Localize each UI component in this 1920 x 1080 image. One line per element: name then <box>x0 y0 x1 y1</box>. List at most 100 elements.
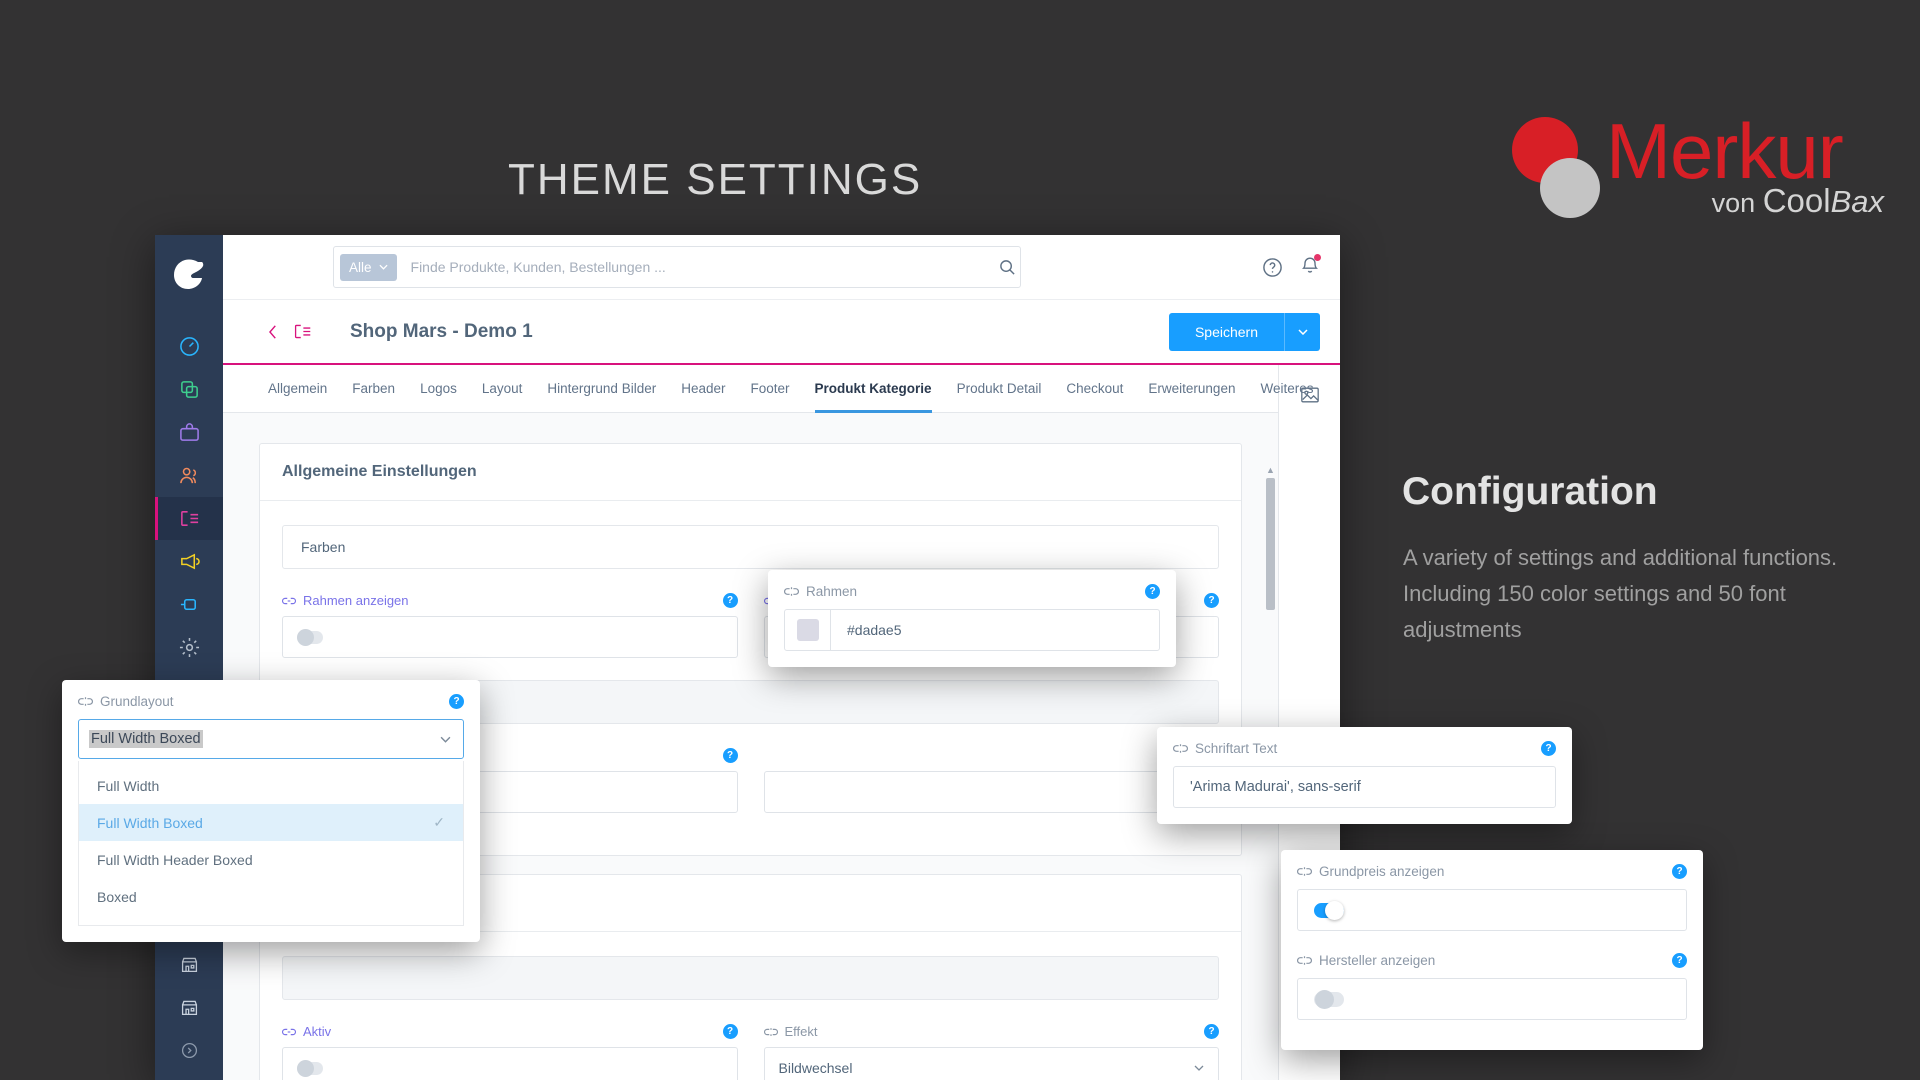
sidebar-item-catalogue[interactable] <box>155 368 223 411</box>
tab-hintergrund-bilder[interactable]: Hintergrund Bilder <box>547 365 656 413</box>
field-effekt: Effekt ? Bildwechsel <box>763 1024 1219 1080</box>
help-icon[interactable] <box>1262 257 1283 278</box>
broken-link-icon <box>78 696 93 707</box>
grundpreis-toggle-control[interactable] <box>1297 889 1687 931</box>
sidebar <box>155 235 223 1080</box>
topbar-actions <box>1240 253 1321 280</box>
field-hersteller-anzeigen: Hersteller anzeigen ? <box>1297 953 1687 1020</box>
tab-weiteres[interactable]: Weiteres <box>1260 365 1313 413</box>
help-icon[interactable]: ? <box>1204 1024 1219 1039</box>
color-swatch-button[interactable] <box>785 610 831 650</box>
sidebar-item-customers[interactable] <box>155 454 223 497</box>
field-grundpreis-anzeigen: Grundpreis anzeigen ? <box>1297 864 1687 931</box>
grundpreis-toggle[interactable] <box>1314 900 1344 920</box>
sidebar-item-content[interactable] <box>155 497 223 540</box>
help-icon[interactable]: ? <box>1541 741 1556 756</box>
sidebar-item-orders[interactable] <box>155 411 223 454</box>
save-button[interactable]: Speichern <box>1168 312 1284 351</box>
input-control[interactable] <box>763 771 1219 813</box>
option-label: Full Width Boxed <box>97 814 203 831</box>
rahmen-anzeigen-toggle[interactable] <box>297 628 323 646</box>
grundlayout-option-full-width-boxed[interactable]: Full Width Boxed ✓ <box>79 804 463 841</box>
tab-header[interactable]: Header <box>681 365 725 413</box>
tab-produkt-detail[interactable]: Produkt Detail <box>957 365 1042 413</box>
content-page-icon[interactable] <box>293 322 312 341</box>
card-body: Aktiv ? Effekt ? Bildwechsel <box>260 932 1241 1080</box>
save-dropdown-button[interactable] <box>1284 312 1320 351</box>
field-label: Rahmen anzeigen ? <box>282 593 738 608</box>
aktiv-toggle[interactable] <box>297 1059 323 1077</box>
configuration-description: A variety of settings and additional fun… <box>1403 545 1838 642</box>
field-label-text: Grundlayout <box>100 694 174 709</box>
toggle-control[interactable] <box>282 1047 738 1080</box>
toggle-control[interactable] <box>282 616 738 658</box>
sidebar-item-storefront-1[interactable] <box>155 943 223 986</box>
field-label: Effekt ? <box>763 1024 1219 1039</box>
zoom-field-row-1: Aktiv ? Effekt ? Bildwechsel <box>282 1024 1219 1080</box>
sidebar-item-extensions[interactable] <box>155 583 223 626</box>
effekt-value: Bildwechsel <box>778 1060 853 1076</box>
field-placeholder-right: ? <box>763 748 1219 813</box>
link-icon <box>282 1027 296 1037</box>
help-icon[interactable]: ? <box>1672 864 1687 879</box>
scrollbar-thumb[interactable] <box>1266 478 1275 610</box>
notifications-button[interactable] <box>1300 253 1321 280</box>
sidebar-item-marketing[interactable] <box>155 540 223 583</box>
search-scope-dropdown[interactable]: Alle <box>340 253 397 281</box>
tab-erweiterungen[interactable]: Erweiterungen <box>1148 365 1235 413</box>
sidebar-item-settings[interactable] <box>155 626 223 669</box>
help-icon[interactable]: ? <box>1672 953 1687 968</box>
help-icon[interactable]: ? <box>1204 593 1219 608</box>
search-input[interactable] <box>396 259 999 275</box>
rahmen-color-input[interactable]: #dadae5 <box>784 609 1160 651</box>
field-label: Schriftart Text ? <box>1173 741 1556 756</box>
grundlayout-option-boxed[interactable]: Boxed <box>79 878 463 915</box>
sidebar-expand-icon[interactable] <box>155 1029 223 1072</box>
option-label: Full Width <box>97 777 160 794</box>
sidebar-item-dashboard[interactable] <box>155 325 223 368</box>
sidebar-item-storefront-2[interactable] <box>155 986 223 1029</box>
check-icon: ✓ <box>433 814 445 830</box>
schriftart-text-input[interactable]: 'Arima Madurai', sans-serif <box>1173 766 1556 808</box>
broken-link-icon <box>1173 743 1188 754</box>
effekt-select[interactable]: Bildwechsel <box>763 1047 1219 1080</box>
logo-cool: Cool <box>1762 182 1831 219</box>
grundlayout-option-list: Full Width Full Width Boxed ✓ Full Width… <box>78 761 464 926</box>
tab-layout[interactable]: Layout <box>482 365 523 413</box>
tab-allgemein[interactable]: Allgemein <box>268 365 327 413</box>
chevron-down-icon <box>1297 328 1308 335</box>
field-label: Hersteller anzeigen ? <box>1297 953 1687 968</box>
help-icon[interactable]: ? <box>722 593 738 608</box>
grundlayout-select[interactable]: Full Width Boxed <box>78 719 464 759</box>
tab-produkt-kategorie[interactable]: Produkt Kategorie <box>815 365 932 413</box>
grundlayout-option-full-width-header-boxed[interactable]: Full Width Header Boxed <box>79 841 463 878</box>
help-icon[interactable]: ? <box>722 1024 738 1039</box>
help-icon[interactable]: ? <box>722 748 738 763</box>
link-icon <box>282 596 296 606</box>
field-label: Rahmen ? <box>784 584 1160 599</box>
help-icon[interactable]: ? <box>449 694 464 709</box>
field-label: Grundlayout ? <box>78 694 464 709</box>
field-label-text: Hersteller anzeigen <box>1319 953 1436 968</box>
global-search[interactable]: Alle <box>333 246 1021 288</box>
schriftart-value: 'Arima Madurai', sans-serif <box>1190 779 1361 795</box>
field-label: Aktiv ? <box>282 1024 738 1039</box>
back-chevron-icon[interactable] <box>268 324 279 340</box>
hersteller-toggle[interactable] <box>1314 989 1344 1009</box>
tab-checkout[interactable]: Checkout <box>1066 365 1123 413</box>
help-icon[interactable]: ? <box>1145 584 1160 599</box>
chevron-down-icon <box>440 736 451 743</box>
notification-badge <box>1314 253 1321 261</box>
logo-grey-circle-icon <box>1540 158 1600 218</box>
tab-footer[interactable]: Footer <box>751 365 790 413</box>
section-farben: Farben <box>282 525 1219 569</box>
field-label: Grundpreis anzeigen ? <box>1297 864 1687 879</box>
scroll-up-arrow-icon[interactable]: ▲ <box>1266 465 1275 475</box>
shopware-logo-icon[interactable] <box>167 249 211 299</box>
search-icon[interactable] <box>999 259 1016 276</box>
tab-logos[interactable]: Logos <box>420 365 457 413</box>
grundlayout-option-full-width[interactable]: Full Width <box>79 767 463 804</box>
tab-farben[interactable]: Farben <box>352 365 395 413</box>
hersteller-toggle-control[interactable] <box>1297 978 1687 1020</box>
save-button-group: Speichern <box>1168 312 1320 351</box>
